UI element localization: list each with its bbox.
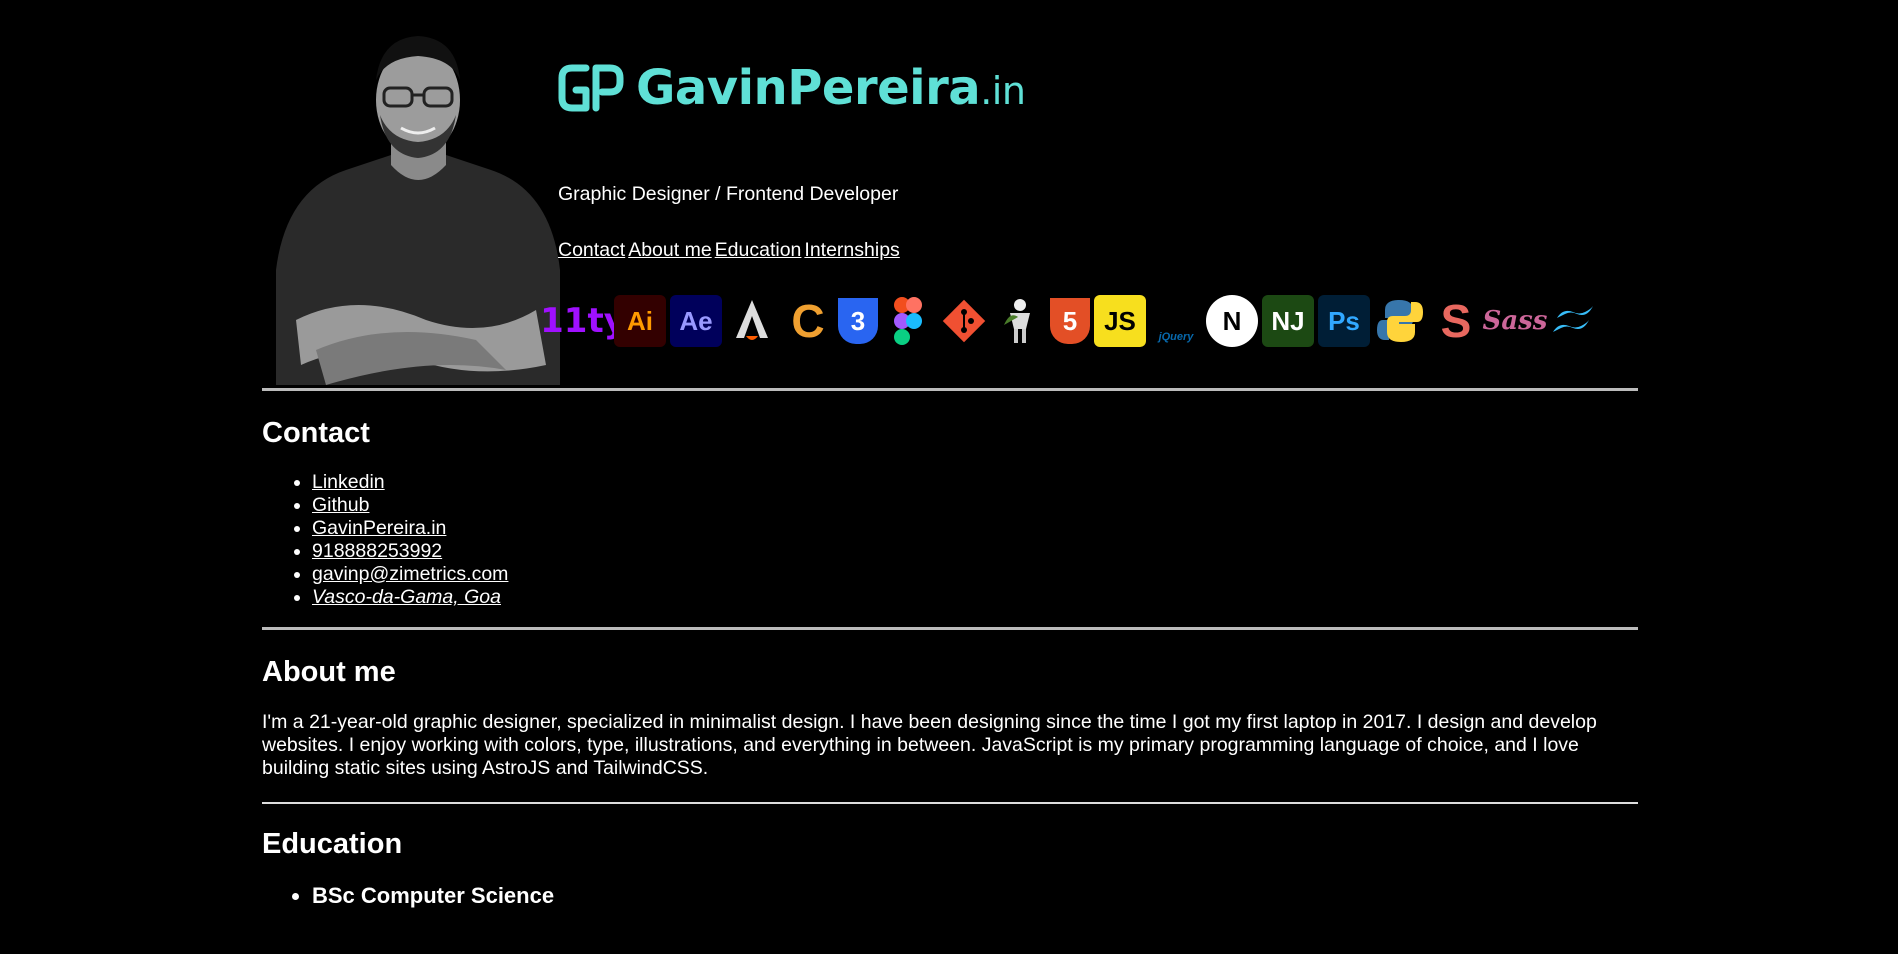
list-item: Github <box>312 494 1638 517</box>
nextjs-icon: N <box>1206 295 1258 347</box>
contact-heading: Contact <box>262 417 370 449</box>
education-section: Education BSc Computer Science <box>262 804 1638 909</box>
site-logo[interactable]: GavinPereira.in <box>558 60 1026 116</box>
grunt-icon <box>994 295 1046 347</box>
jquery-icon: jQuery <box>1158 331 1194 343</box>
github-link[interactable]: Github <box>312 494 369 516</box>
after-effects-icon: Ae <box>670 295 722 347</box>
location-link[interactable]: Vasco-da-Gama, Goa <box>312 586 501 608</box>
logo-text: GavinPereira.in <box>636 60 1026 116</box>
astro-icon <box>726 295 778 347</box>
main-content: GavinPereira.in Graphic Designer / Front… <box>262 0 1638 909</box>
git-icon <box>938 295 990 347</box>
list-item: 918888253992 <box>312 540 1638 563</box>
javascript-icon: JS <box>1094 295 1146 347</box>
tagline: Graphic Designer / Frontend Developer <box>558 183 899 205</box>
section-nav: Contact About me Education Internships <box>558 239 903 262</box>
sass-s-icon: S <box>1440 295 1472 347</box>
logo-tld: .in <box>980 69 1026 113</box>
linkedin-link[interactable]: Linkedin <box>312 471 385 493</box>
gp-logo-icon <box>558 64 624 112</box>
phone-link[interactable]: 918888253992 <box>312 540 442 562</box>
css3-icon: 3 <box>838 298 878 344</box>
education-list: BSc Computer Science <box>262 883 1638 909</box>
c-lang-icon: C <box>791 295 825 347</box>
tailwind-icon <box>1548 295 1600 347</box>
list-item: Linkedin <box>312 471 1638 494</box>
figma-icon <box>882 295 934 347</box>
page: GavinPereira.in Graphic Designer / Front… <box>0 0 1898 954</box>
nav-link-education[interactable]: Education <box>715 239 802 261</box>
profile-header: GavinPereira.in Graphic Designer / Front… <box>262 0 1638 388</box>
email-link[interactable]: gavinp@zimetrics.com <box>312 563 508 585</box>
sass-icon: Sass <box>1482 306 1548 336</box>
about-section: About me I'm a 21-year-old graphic desig… <box>262 630 1638 780</box>
list-item: GavinPereira.in <box>312 517 1638 540</box>
skills-icon-row: 11ty Ai Ae C 3 5 JS jQuery N NJ Ps S Sass <box>540 295 1600 347</box>
nav-link-contact[interactable]: Contact <box>558 239 625 261</box>
website-link[interactable]: GavinPereira.in <box>312 517 446 539</box>
nav-link-about[interactable]: About me <box>628 239 711 261</box>
list-item: Vasco-da-Gama, Goa <box>312 586 1638 609</box>
11ty-icon: 11ty <box>540 301 626 341</box>
list-item: BSc Computer Science <box>312 883 1638 909</box>
html5-icon: 5 <box>1050 298 1090 344</box>
about-text: I'm a 21-year-old graphic designer, spec… <box>262 711 1597 779</box>
photoshop-icon: Ps <box>1318 295 1370 347</box>
list-item: gavinp@zimetrics.com <box>312 563 1638 586</box>
nav-link-internships[interactable]: Internships <box>804 239 899 261</box>
contact-section: Contact Linkedin Github GavinPereira.in … <box>262 391 1638 609</box>
python-icon <box>1374 295 1426 347</box>
contact-list: Linkedin Github GavinPereira.in 91888825… <box>262 471 1638 609</box>
illustrator-icon: Ai <box>614 295 666 347</box>
about-heading: About me <box>262 656 396 688</box>
nunjucks-icon: NJ <box>1262 295 1314 347</box>
profile-photo <box>276 20 560 385</box>
education-heading: Education <box>262 828 403 860</box>
